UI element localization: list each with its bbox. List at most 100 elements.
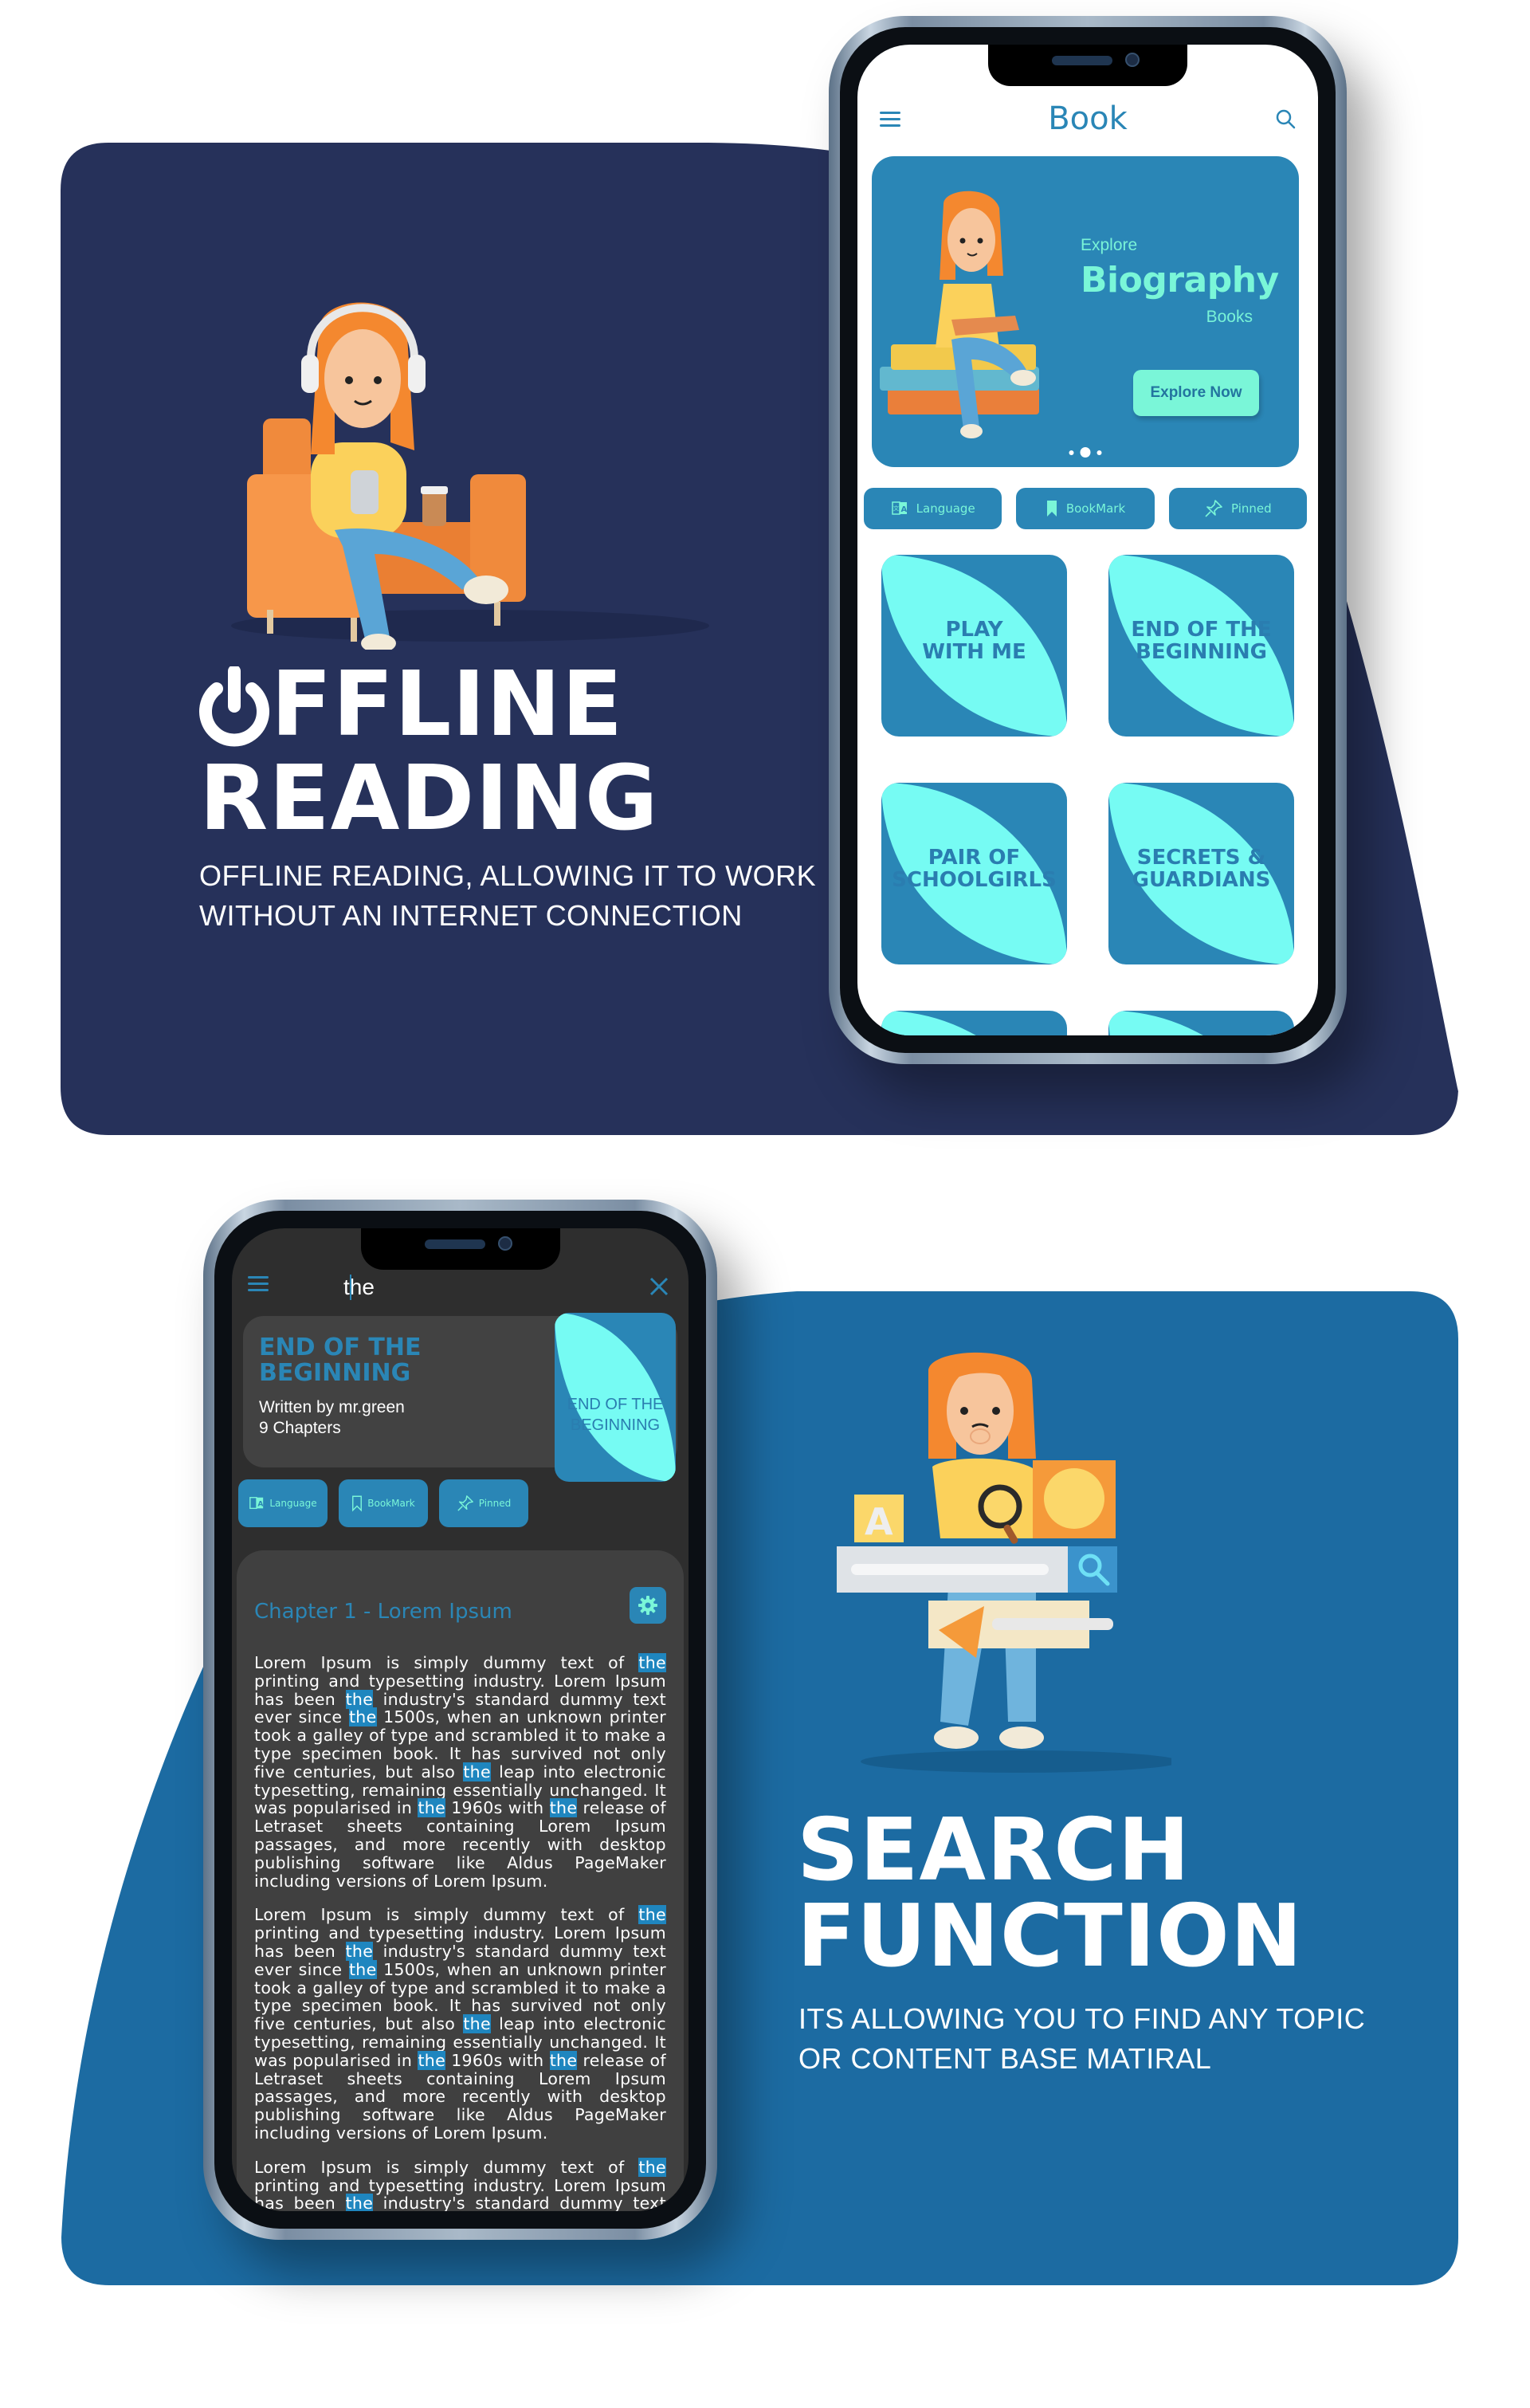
search-highlight[interactable]: the: [345, 1941, 374, 1961]
chip-bookmark-label: BookMark: [1065, 501, 1126, 516]
search-highlight[interactable]: the: [463, 1762, 491, 1781]
search-highlight[interactable]: the: [549, 1798, 578, 1818]
book-meta: Written by mr.green 9 Chapters: [259, 1397, 405, 1439]
pin-icon: [457, 1495, 473, 1511]
book-title-line1: END OF THE: [1131, 618, 1272, 642]
reader-filter-chips: A Language BookMark Pinned: [238, 1479, 528, 1527]
svg-text:A: A: [865, 1500, 893, 1543]
offline-headline-line2: READING: [199, 747, 659, 850]
phone-reader-frame: the END OF THE BEGINNING Written by mr.g…: [203, 1200, 717, 2240]
gear-icon: [638, 1596, 657, 1615]
chip-bookmark[interactable]: BookMark: [1016, 488, 1155, 529]
book-cover[interactable]: END OF THE BEGINNING: [555, 1313, 676, 1482]
offline-subtitle-line1: OFFLINE READING, ALLOWING IT TO WORK: [199, 859, 817, 892]
chip-pinned[interactable]: Pinned: [439, 1479, 528, 1527]
hero-pretitle: Explore: [1081, 236, 1138, 254]
book-title-line2: SCHOOLGIRLS: [892, 868, 1057, 892]
search-highlight[interactable]: the: [345, 2194, 374, 2211]
explore-now-button[interactable]: Explore Now: [1133, 370, 1259, 416]
search-highlight[interactable]: the: [463, 2014, 491, 2034]
search-highlight[interactable]: the: [345, 1689, 374, 1709]
hero-title: Biography: [1081, 260, 1279, 301]
chip-language-label: Language: [916, 501, 975, 516]
book-grid: PLAY WITH ME END OF THE BEGINNING PAIR OF S…: [881, 555, 1294, 1035]
bookmark-icon: [352, 1495, 363, 1512]
notch: [988, 45, 1187, 86]
chip-bookmark[interactable]: BookMark: [339, 1479, 428, 1527]
book-title-line2: BEGINNING: [259, 1359, 411, 1387]
svg-text:文: 文: [893, 505, 899, 512]
search-headline-line2: FUNCTION: [797, 1887, 1304, 1986]
chapter-paragraph: Lorem Ipsum is simply dummy text of the …: [254, 2157, 666, 2211]
cover-title-line1: END OF THE: [567, 1396, 664, 1413]
chip-pinned-label: Pinned: [1230, 501, 1272, 516]
chapter-reader: Chapter 1 - Lorem Ipsum Lorem Ipsum is s…: [237, 1550, 684, 2211]
search-input[interactable]: the: [343, 1275, 375, 1300]
chip-pinned[interactable]: Pinned: [1168, 488, 1307, 529]
reader-settings-button[interactable]: [630, 1587, 666, 1624]
svg-text:A: A: [900, 505, 907, 514]
search-highlight[interactable]: the: [638, 2157, 666, 2177]
book-chapter-count: 9 Chapters: [259, 1419, 341, 1437]
book-title-line2: BEGINNING: [1136, 640, 1267, 664]
book-card[interactable]: SECRETS & GUARDIANS: [1108, 783, 1294, 964]
girl-in-armchair-illustration: [231, 302, 709, 650]
search-subtitle: ITS ALLOWING YOU TO FIND ANY TOPIC OR CO…: [798, 1999, 1365, 2079]
search-highlight[interactable]: the: [418, 2050, 445, 2070]
svg-text:A: A: [258, 1501, 264, 1509]
close-icon[interactable]: [647, 1275, 671, 1298]
book-card[interactable]: [881, 1011, 1067, 1035]
carousel-dot[interactable]: [1096, 450, 1102, 455]
search-icon[interactable]: [1275, 108, 1296, 129]
offline-subtitle-line2: WITHOUT AN INTERNET CONNECTION: [199, 899, 743, 932]
search-headline: SEARCH FUNCTION: [797, 1808, 1303, 1980]
book-author: Written by mr.green: [259, 1398, 405, 1416]
power-icon: [199, 666, 269, 747]
home-filter-chips: A 文 Language BookMark Pinned: [864, 488, 1307, 529]
app-title: Book: [1048, 100, 1128, 137]
notch: [360, 1228, 560, 1270]
search-highlight[interactable]: the: [418, 1798, 445, 1818]
phone-home-frame: Book Explore Biography Books Explore Now…: [829, 16, 1347, 1064]
chip-pinned-label: Pinned: [478, 1498, 512, 1509]
chip-language[interactable]: A Language: [238, 1479, 328, 1527]
bookmark-icon: [1046, 501, 1057, 517]
chip-bookmark-label: BookMark: [367, 1498, 415, 1509]
chip-language-label: Language: [269, 1498, 317, 1509]
offline-subtitle: OFFLINE READING, ALLOWING IT TO WORK WIT…: [199, 856, 816, 936]
chapter-paragraph: Lorem Ipsum is simply dummy text of the …: [254, 1905, 667, 2143]
girl-reading-illustration: [880, 191, 1039, 438]
search-girl-illustration: A: [837, 1352, 1171, 1773]
phone-reader-screen: the END OF THE BEGINNING Written by mr.g…: [232, 1228, 688, 2211]
search-highlight[interactable]: the: [549, 2050, 578, 2070]
search-highlight[interactable]: the: [348, 1707, 377, 1727]
cover-title-line2: BEGINNING: [570, 1416, 661, 1434]
search-highlight[interactable]: the: [638, 1653, 666, 1672]
book-title-line1: PAIR OF: [928, 846, 1021, 870]
book-title-line1: PLAY: [945, 618, 1003, 642]
home-top-bar: Book: [857, 94, 1318, 142]
chapter-paragraph: Lorem Ipsum is simply dummy text of the …: [254, 1653, 667, 1891]
carousel-indicator[interactable]: [1069, 447, 1102, 458]
carousel-dot-active[interactable]: [1080, 447, 1091, 458]
search-highlight[interactable]: the: [638, 1905, 666, 1925]
hero-subtitle: Books: [1206, 308, 1253, 326]
translate-icon: A 文: [891, 501, 907, 515]
offline-headline-line1: FFLINE: [271, 653, 624, 756]
hamburger-icon[interactable]: [248, 1276, 269, 1292]
book-title-line1: SECRETS &: [1136, 846, 1266, 870]
chip-language[interactable]: A 文 Language: [864, 488, 1002, 529]
book-card[interactable]: PAIR OF SCHOOLGIRLS: [881, 783, 1067, 964]
phone-home-screen: Book Explore Biography Books Explore Now…: [857, 45, 1318, 1035]
hero-banner[interactable]: Explore Biography Books Explore Now: [872, 156, 1299, 467]
book-card[interactable]: END OF THE BEGINNING: [1108, 555, 1294, 737]
book-card[interactable]: [1108, 1011, 1294, 1035]
search-subtitle-line2: OR CONTENT BASE MATIRAL: [798, 2042, 1212, 2075]
search-highlight[interactable]: the: [348, 1959, 377, 1979]
search-headline-line1: SEARCH: [797, 1801, 1191, 1900]
carousel-dot[interactable]: [1069, 450, 1074, 455]
search-subtitle-line1: ITS ALLOWING YOU TO FIND ANY TOPIC: [798, 2002, 1366, 2035]
book-card[interactable]: PLAY WITH ME: [881, 555, 1067, 737]
book-title-line2: GUARDIANS: [1132, 868, 1271, 892]
translate-icon: A: [249, 1497, 264, 1510]
